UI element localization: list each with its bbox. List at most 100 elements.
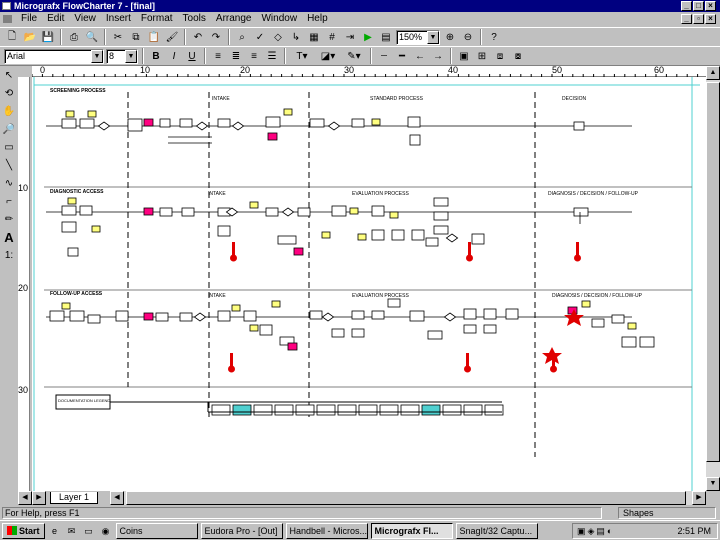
menu-arrange[interactable]: Arrange	[211, 12, 257, 26]
flowchart-shapes[interactable]	[46, 108, 655, 416]
task-button-micrografx[interactable]: Micrografx Fl...	[370, 522, 453, 539]
close-button[interactable]: ×	[705, 1, 716, 11]
curve-tool-icon[interactable]: ∿	[1, 176, 17, 192]
line-tool-icon[interactable]: ╲	[1, 158, 17, 174]
zoom-out-icon[interactable]: ⊖	[460, 29, 476, 45]
maximize-button[interactable]: □	[693, 1, 704, 11]
channels-icon[interactable]: ◉	[99, 524, 113, 538]
find-icon[interactable]: ⌕	[234, 29, 250, 45]
font-select[interactable]: Arial ▼	[4, 48, 104, 64]
fill-color-icon[interactable]: ◪▾	[316, 48, 340, 64]
data-icon[interactable]: ▦	[306, 29, 322, 45]
save-icon[interactable]: 💾	[40, 29, 56, 45]
bold-icon[interactable]: B	[148, 48, 164, 64]
shapes-icon[interactable]: ◇	[270, 29, 286, 45]
start-button[interactable]: Start	[2, 522, 45, 539]
help-icon[interactable]: ?	[486, 29, 502, 45]
clock[interactable]: 2:51 PM	[677, 524, 711, 538]
rotate-icon[interactable]: ⟲	[1, 86, 17, 102]
arrow-end-icon[interactable]: →	[430, 48, 446, 64]
vertical-scrollbar[interactable]: ▲ ▼	[706, 66, 720, 491]
redo-icon[interactable]: ↷	[208, 29, 224, 45]
align-justify-icon[interactable]: ☰	[264, 48, 280, 64]
new-icon[interactable]: 🗋	[4, 29, 20, 45]
send-back-icon[interactable]: ⧇	[510, 48, 526, 64]
menu-format[interactable]: Format	[136, 12, 178, 26]
arrow-start-icon[interactable]: ←	[412, 48, 428, 64]
number-tool-icon[interactable]: 1:	[1, 248, 17, 264]
drawing-canvas[interactable]: SCREENING PROCESS INTAKE STANDARD PROCES…	[32, 77, 706, 491]
flowchart-diagram[interactable]	[32, 77, 706, 491]
flowcharter-app-icon[interactable]	[2, 2, 11, 10]
connector-tool-icon[interactable]: ⌐	[1, 194, 17, 210]
doc-close-button[interactable]: ×	[705, 14, 716, 24]
internet-explorer-icon[interactable]: e	[48, 524, 62, 538]
italic-icon[interactable]: I	[166, 48, 182, 64]
group-icon[interactable]: ⊞	[474, 48, 490, 64]
font-size-select[interactable]: 8 ▼	[106, 48, 138, 64]
undo-icon[interactable]: ↶	[190, 29, 206, 45]
line-weight-icon[interactable]: ━	[394, 48, 410, 64]
print-preview-icon[interactable]: 🔍	[84, 29, 100, 45]
text-tool-icon[interactable]: A	[1, 230, 17, 246]
zoom-select[interactable]: 150% ▼	[396, 29, 440, 45]
doc-restore-button[interactable]: ▫	[693, 14, 704, 24]
bring-front-icon[interactable]: ⧈	[492, 48, 508, 64]
hand-icon[interactable]: ✋	[1, 104, 17, 120]
title-bar[interactable]: Micrografx FlowCharter 7 - [final] _ □ ×	[0, 0, 720, 12]
scroll-down-icon[interactable]: ▼	[706, 477, 720, 491]
horizontal-scrollbar[interactable]: ◀ ▶	[110, 491, 706, 505]
scroll-thumb[interactable]	[126, 491, 686, 505]
align-right-icon[interactable]: ≡	[246, 48, 262, 64]
pencil-icon[interactable]: ✏	[1, 212, 17, 228]
document-icon[interactable]	[3, 15, 12, 23]
layer-icon[interactable]: ▤	[378, 29, 394, 45]
copy-icon[interactable]: ⧉	[128, 29, 144, 45]
chevron-down-icon[interactable]: ▼	[125, 49, 137, 63]
align-left-icon[interactable]: ≡	[210, 48, 226, 64]
menu-file[interactable]: File	[16, 12, 42, 26]
scroll-thumb[interactable]	[706, 82, 720, 462]
line-style-icon[interactable]: ┄	[376, 48, 392, 64]
chevron-down-icon[interactable]: ▼	[91, 49, 103, 63]
open-icon[interactable]: 📂	[22, 29, 38, 45]
menu-tools[interactable]: Tools	[178, 12, 211, 26]
minimize-button[interactable]: _	[681, 1, 692, 11]
spelling-icon[interactable]: ✓	[252, 29, 268, 45]
menu-edit[interactable]: Edit	[42, 12, 69, 26]
line-color-icon[interactable]: ✎▾	[342, 48, 366, 64]
paste-icon[interactable]: 📋	[146, 29, 162, 45]
task-button-handbell[interactable]: Handbell - Micros...	[285, 522, 368, 539]
layer-prev-icon[interactable]: ◀	[18, 491, 32, 505]
layer-next-icon[interactable]: ▶	[32, 491, 46, 505]
underline-icon[interactable]: U	[184, 48, 200, 64]
scroll-right-icon[interactable]: ▶	[692, 491, 706, 505]
zoom-tool-icon[interactable]: 🔎	[1, 122, 17, 138]
task-button-eudora[interactable]: Eudora Pro - [Out]	[200, 522, 283, 539]
format-painter-icon[interactable]: 🖌	[164, 29, 180, 45]
outlook-icon[interactable]: ✉	[65, 524, 79, 538]
tray-icons[interactable]: ▣◈▤◐	[577, 524, 614, 538]
menu-help[interactable]: Help	[302, 12, 333, 26]
menu-view[interactable]: View	[69, 12, 101, 26]
layer-tab[interactable]: Layer 1	[50, 492, 98, 504]
task-button-snagit[interactable]: SnagIt/32 Captu...	[455, 522, 538, 539]
desktop-icon[interactable]: ▭	[82, 524, 96, 538]
run-icon[interactable]: ▶	[360, 29, 376, 45]
scroll-left-icon[interactable]: ◀	[110, 491, 124, 505]
cut-icon[interactable]: ✂	[110, 29, 126, 45]
menu-insert[interactable]: Insert	[101, 12, 136, 26]
number-icon[interactable]: #	[324, 29, 340, 45]
step-icon[interactable]: ⇥	[342, 29, 358, 45]
pointer-icon[interactable]: ↖	[1, 68, 17, 84]
connector-icon[interactable]: ↳	[288, 29, 304, 45]
rectangle-tool-icon[interactable]: ▭	[1, 140, 17, 156]
scroll-up-icon[interactable]: ▲	[706, 66, 720, 80]
doc-minimize-button[interactable]: _	[681, 14, 692, 24]
task-button-coins[interactable]: Coins	[115, 522, 198, 539]
zoom-in-icon[interactable]: ⊕	[442, 29, 458, 45]
text-color-icon[interactable]: T▾	[290, 48, 314, 64]
menu-window[interactable]: Window	[256, 12, 302, 26]
print-icon[interactable]: ⎙	[66, 29, 82, 45]
chevron-down-icon[interactable]: ▼	[427, 30, 439, 44]
